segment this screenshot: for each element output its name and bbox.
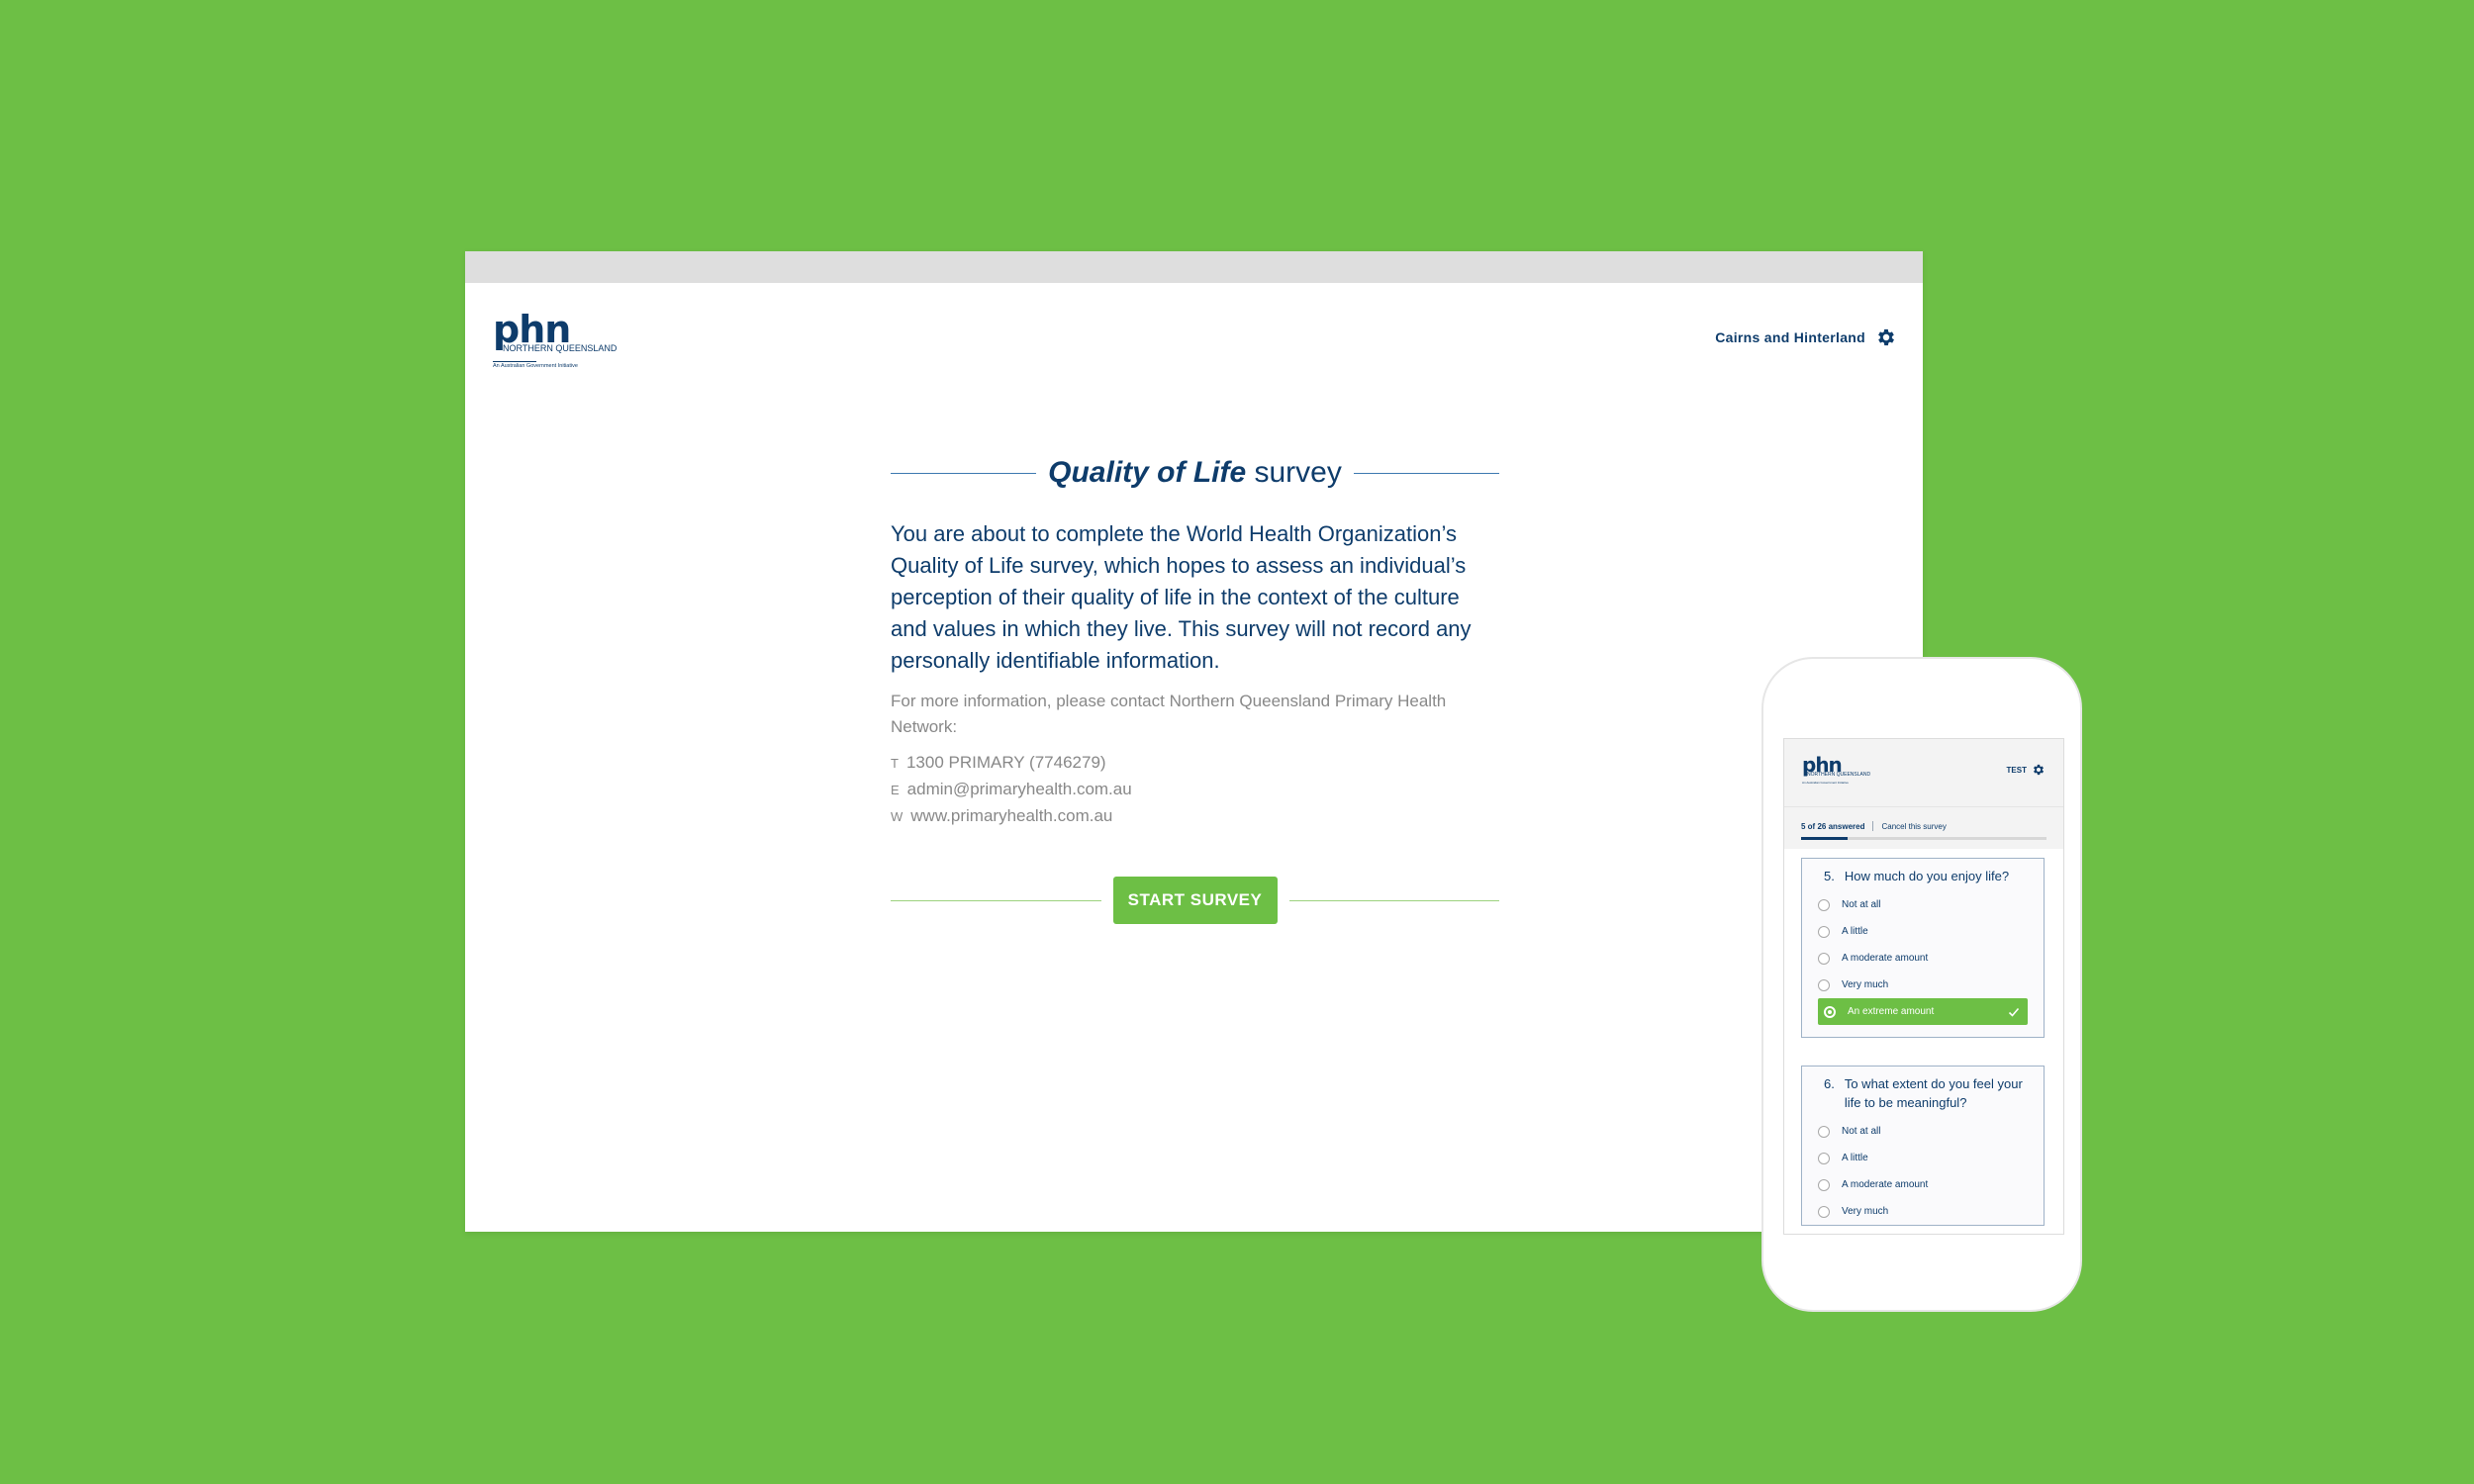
divider	[1872, 821, 1874, 831]
title-rule-right	[1353, 472, 1499, 474]
region-selector[interactable]: TEST	[2007, 763, 2046, 777]
answer-option[interactable]: Not at all	[1802, 1118, 2044, 1145]
radio-button[interactable]	[1818, 1205, 1830, 1218]
contact-key: T	[891, 756, 899, 771]
radio-button[interactable]	[1818, 978, 1830, 991]
logo-subtitle: NORTHERN QUEENSLAND	[1807, 772, 1871, 778]
option-label: A moderate amount	[1842, 953, 1929, 964]
question-text: How much do you enjoy life?	[1844, 869, 2010, 883]
radio-button[interactable]	[1818, 1125, 1830, 1138]
phone-header: phn NORTHERN QUEENSLAND An Australian Go…	[1784, 739, 2063, 806]
progress-text: 5 of 26 answered Cancel this survey	[1801, 821, 1947, 831]
question-text: To what extent do you feel your life to …	[1844, 1076, 2023, 1110]
phone-screen: phn NORTHERN QUEENSLAND An Australian Go…	[1783, 738, 2064, 1235]
region-label: TEST	[2006, 765, 2027, 775]
option-label: A moderate amount	[1842, 1179, 1929, 1190]
answer-option[interactable]: A little	[1802, 1145, 2044, 1171]
contact-value[interactable]: admin@primaryhealth.com.au	[907, 780, 1132, 798]
contact-website: Wwww.primaryhealth.com.au	[891, 803, 1499, 830]
answer-option[interactable]: Not at all	[1802, 891, 2044, 918]
gear-icon[interactable]	[2032, 763, 2046, 777]
title-rest: survey	[1246, 456, 1342, 489]
title-rule-left	[891, 472, 1037, 474]
region-label: Cairns and Hinterland	[1715, 329, 1865, 345]
title-emphasis: Quality of Life	[1048, 456, 1247, 489]
contact-key: E	[891, 783, 900, 797]
contact-key: W	[891, 809, 904, 824]
card-spacer	[1802, 1025, 2044, 1037]
option-label: Not at all	[1842, 1126, 1881, 1137]
radio-button[interactable]	[1818, 925, 1830, 938]
intro-paragraph: You are about to complete the World Heal…	[891, 521, 1472, 673]
desktop-browser-window: phn NORTHERN QUEENSLAND An Australian Go…	[465, 251, 1923, 1232]
contact-email: Eadmin@primaryhealth.com.au	[891, 777, 1499, 803]
contact-phone: T 1300 PRIMARY (7746279)	[891, 750, 1499, 777]
answer-option[interactable]: A moderate amount	[1802, 945, 2044, 972]
start-row: START SURVEY	[891, 877, 1499, 924]
contact-list: T 1300 PRIMARY (7746279) Eadmin@primaryhe…	[891, 750, 1499, 830]
question-card: 6. To what extent do you feel your life …	[1801, 1066, 2045, 1226]
radio-button[interactable]	[1818, 1178, 1830, 1191]
start-survey-button[interactable]: START SURVEY	[1112, 877, 1278, 924]
phn-logo[interactable]: phn NORTHERN QUEENSLAND An Australian Go…	[1802, 755, 1870, 785]
question-heading: 6. To what extent do you feel your life …	[1802, 1067, 2044, 1118]
checkmark-icon	[2008, 1007, 2020, 1017]
answer-option-selected[interactable]: An extreme amount	[1818, 998, 2028, 1025]
window-titlebar	[465, 251, 1923, 283]
progress-fill	[1801, 837, 1849, 840]
contact-note: For more information, please contact Nor…	[891, 692, 1447, 736]
logo-subtitle: NORTHERN QUEENSLAND	[503, 343, 618, 353]
answer-option[interactable]: A little	[1802, 918, 2044, 945]
answer-option[interactable]: A moderate amount	[1802, 1171, 2044, 1198]
answer-option[interactable]: Very much	[1802, 972, 2044, 998]
radio-button[interactable]	[1818, 1152, 1830, 1164]
progress-bar	[1801, 837, 2046, 840]
radio-button[interactable]	[1818, 952, 1830, 965]
cancel-survey-link[interactable]: Cancel this survey	[1881, 822, 1946, 831]
question-number: 5.	[1824, 869, 1835, 883]
question-number: 6.	[1824, 1076, 1835, 1091]
question-card: 5. How much do you enjoy life? Not at al…	[1801, 858, 2045, 1038]
answer-option[interactable]: Very much	[1802, 1198, 2044, 1225]
contact-value[interactable]: 1300 PRIMARY (7746279)	[906, 753, 1106, 772]
region-selector[interactable]: Cairns and Hinterland	[1715, 326, 1897, 348]
option-label: Not at all	[1842, 899, 1881, 910]
option-label: Very much	[1842, 979, 1889, 990]
survey-intro: Quality of Life survey You are about to …	[891, 449, 1499, 924]
survey-progress: 5 of 26 answered Cancel this survey	[1784, 806, 2063, 849]
option-label: A little	[1842, 926, 1868, 937]
option-label: A little	[1842, 1153, 1868, 1163]
radio-button[interactable]	[1818, 898, 1830, 911]
logo-initiative: An Australian Government Initiative	[1802, 781, 1849, 785]
option-label: Very much	[1842, 1206, 1889, 1217]
option-label: An extreme amount	[1848, 1006, 1935, 1017]
phone-mockup: phn NORTHERN QUEENSLAND An Australian Go…	[1761, 657, 2082, 1312]
start-rule-right	[1288, 899, 1499, 901]
start-rule-left	[891, 899, 1101, 901]
gear-icon[interactable]	[1875, 326, 1897, 348]
page-title: Quality of Life survey	[1048, 456, 1342, 490]
question-heading: 5. How much do you enjoy life?	[1802, 859, 2044, 891]
answered-count: 5 of 26 answered	[1801, 821, 1865, 831]
logo-initiative: An Australian Government Initiative	[493, 361, 578, 369]
phn-logo[interactable]: phn NORTHERN QUEENSLAND An Australian Go…	[493, 311, 617, 370]
contact-value[interactable]: www.primaryhealth.com.au	[910, 806, 1112, 825]
title-row: Quality of Life survey	[891, 449, 1499, 497]
radio-button-checked[interactable]	[1824, 1005, 1836, 1018]
